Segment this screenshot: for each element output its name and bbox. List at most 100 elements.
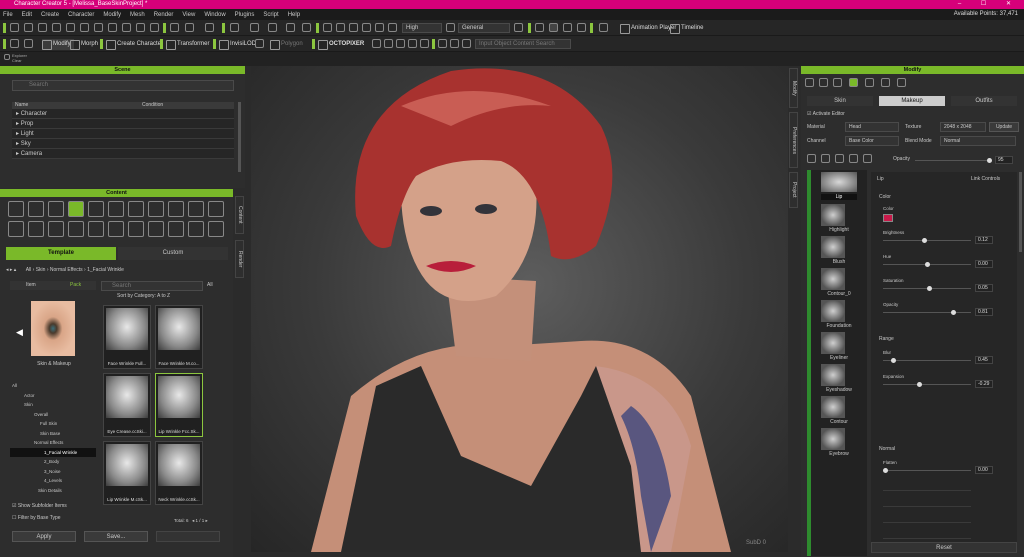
scene-category-icon[interactable] bbox=[8, 221, 24, 237]
menu-mesh[interactable]: Mesh bbox=[130, 12, 145, 18]
sky-category-icon[interactable] bbox=[88, 221, 104, 237]
crumb-skin[interactable]: Skin bbox=[36, 267, 46, 273]
prop-category-icon[interactable] bbox=[28, 221, 44, 237]
save-icon[interactable] bbox=[38, 23, 47, 32]
select-icon[interactable] bbox=[170, 23, 179, 32]
contour-thumbnail[interactable] bbox=[821, 396, 845, 418]
tool-icon-4[interactable] bbox=[408, 39, 417, 48]
all-filter[interactable]: All bbox=[207, 282, 213, 288]
tree-item-overall[interactable]: Overall bbox=[10, 410, 96, 420]
tile-lip-wrinkle-f[interactable]: Lip Wrinkle Fcc.Sk... bbox=[155, 373, 203, 437]
tab-outfits[interactable]: Outfits bbox=[951, 96, 1017, 106]
render-settings-icon[interactable] bbox=[446, 23, 455, 32]
saturation-value[interactable]: 0.05 bbox=[975, 284, 993, 292]
layer-lip[interactable]: Lip bbox=[821, 194, 857, 200]
opacity-slider[interactable] bbox=[883, 310, 971, 315]
flatten-value[interactable]: 0.00 bbox=[975, 466, 993, 474]
opacity-value[interactable]: 0.81 bbox=[975, 308, 993, 316]
layer-blush[interactable]: Blush bbox=[819, 259, 859, 265]
light-icon[interactable] bbox=[535, 23, 544, 32]
scene-scrollbar[interactable] bbox=[238, 102, 241, 172]
hair-category-icon[interactable] bbox=[48, 201, 64, 217]
lip-thumbnail[interactable] bbox=[821, 172, 857, 192]
tool-icon-6[interactable] bbox=[438, 39, 447, 48]
modify-button[interactable]: Modify bbox=[42, 39, 74, 50]
pose-icon[interactable] bbox=[563, 23, 572, 32]
window-controls[interactable]: – ☐ ✕ bbox=[958, 0, 1020, 9]
hue-slider[interactable] bbox=[883, 262, 971, 267]
cloth-category-icon[interactable] bbox=[128, 201, 144, 217]
tile-face-wrinkle-m[interactable]: Face Wrinkle M.co... bbox=[155, 305, 203, 369]
tree-item-actor[interactable]: Actor bbox=[10, 391, 96, 401]
scene-item-character[interactable]: ▸ Character bbox=[12, 109, 234, 119]
content-search-input[interactable]: Search bbox=[101, 281, 203, 291]
thumbnail-icon[interactable] bbox=[24, 39, 33, 48]
apply-button[interactable]: Apply bbox=[12, 531, 76, 542]
scene-item-sky[interactable]: ▸ Sky bbox=[12, 139, 234, 149]
tile-neck-wrinkle[interactable]: Neck Wrinkle.ccSk... bbox=[155, 441, 203, 505]
pivot-icon[interactable] bbox=[302, 23, 311, 32]
eyeliner-thumbnail[interactable] bbox=[821, 332, 845, 354]
flatten-knob[interactable] bbox=[883, 468, 888, 473]
column-condition[interactable]: Condition bbox=[142, 102, 163, 109]
brush-icon[interactable] bbox=[549, 23, 558, 32]
tool-icon-8[interactable] bbox=[462, 39, 471, 48]
transformer-button[interactable]: Transformer bbox=[166, 39, 209, 50]
tree-item-skin[interactable]: Skin bbox=[10, 400, 96, 410]
accessory-category-icon[interactable] bbox=[148, 201, 164, 217]
blur-value[interactable]: 0.45 bbox=[975, 356, 993, 364]
side-tab-modify[interactable]: Modify bbox=[789, 68, 798, 108]
hue-knob[interactable] bbox=[925, 262, 930, 267]
redo-icon[interactable] bbox=[205, 23, 214, 32]
eyeshadow-thumbnail[interactable] bbox=[821, 364, 845, 386]
tile-eye-crease[interactable]: Eye Crease.ccSki... bbox=[103, 373, 151, 437]
eyes-category-icon[interactable] bbox=[88, 201, 104, 217]
headshot-icon[interactable] bbox=[122, 23, 131, 32]
side-tab-content[interactable]: Content bbox=[235, 196, 244, 234]
menu-edit[interactable]: Edit bbox=[22, 12, 32, 18]
motion-tool-icon[interactable] bbox=[833, 78, 842, 87]
opacity-slider[interactable] bbox=[915, 158, 992, 163]
scene-item-prop[interactable]: ▸ Prop bbox=[12, 119, 234, 129]
layer-highlight[interactable]: Highlight bbox=[819, 227, 859, 233]
tree-item-noise[interactable]: 3_Noise bbox=[10, 467, 96, 477]
pose-tool-icon[interactable] bbox=[819, 78, 828, 87]
camera-zoom-icon[interactable] bbox=[362, 23, 371, 32]
import-icon[interactable] bbox=[52, 23, 61, 32]
avatar-category-icon[interactable] bbox=[8, 201, 24, 217]
channel-dropdown[interactable]: Base Color bbox=[845, 136, 899, 146]
tree-item-full-skin[interactable]: Full Skin bbox=[10, 419, 96, 429]
tab-skin[interactable]: Skin bbox=[807, 96, 873, 106]
color-swatch[interactable] bbox=[883, 214, 893, 222]
copy-icon[interactable] bbox=[835, 154, 844, 163]
brightness-value[interactable]: 0.12 bbox=[975, 236, 993, 244]
export-icon[interactable] bbox=[66, 23, 75, 32]
appearance-icon[interactable] bbox=[849, 78, 858, 87]
skin-category-icon[interactable] bbox=[68, 201, 84, 217]
filter-base-checkbox[interactable]: ☐ Filter by Base Type bbox=[12, 515, 61, 521]
blush-thumbnail[interactable] bbox=[821, 236, 845, 258]
morph-button[interactable]: Morph bbox=[70, 39, 98, 50]
tree-item-all[interactable]: All bbox=[10, 381, 96, 391]
reset-button[interactable]: Reset bbox=[871, 542, 1017, 553]
tile-lip-wrinkle-m[interactable]: Lip Wrinkle M.cSk... bbox=[103, 441, 151, 505]
rotate-icon[interactable] bbox=[268, 23, 277, 32]
screenshot-icon[interactable] bbox=[94, 23, 103, 32]
expansion-value[interactable]: -0.29 bbox=[975, 380, 993, 388]
layer-icon[interactable] bbox=[821, 154, 830, 163]
tool-icon-1[interactable] bbox=[372, 39, 381, 48]
texture-size-dropdown[interactable]: 2048 x 2048 bbox=[940, 122, 986, 132]
render-icon[interactable] bbox=[80, 23, 89, 32]
layer-eyeliner[interactable]: Eyeliner bbox=[819, 355, 859, 361]
eyebrow-thumbnail[interactable] bbox=[821, 428, 845, 450]
polygon-button[interactable]: Polygon bbox=[270, 39, 303, 50]
tab-item[interactable]: Item bbox=[26, 281, 36, 290]
menu-modify[interactable]: Modify bbox=[103, 12, 121, 18]
layer-eyebrow[interactable]: Eyebrow bbox=[819, 451, 859, 457]
invisilod-button[interactable]: InvisiLOD bbox=[219, 39, 256, 50]
3d-viewport[interactable]: SubD 0 bbox=[251, 66, 788, 552]
settings-icon[interactable] bbox=[514, 23, 523, 32]
view-mode-dropdown[interactable]: General bbox=[458, 23, 510, 33]
misc-category-icon[interactable] bbox=[208, 221, 224, 237]
camera-orbit-icon[interactable] bbox=[349, 23, 358, 32]
